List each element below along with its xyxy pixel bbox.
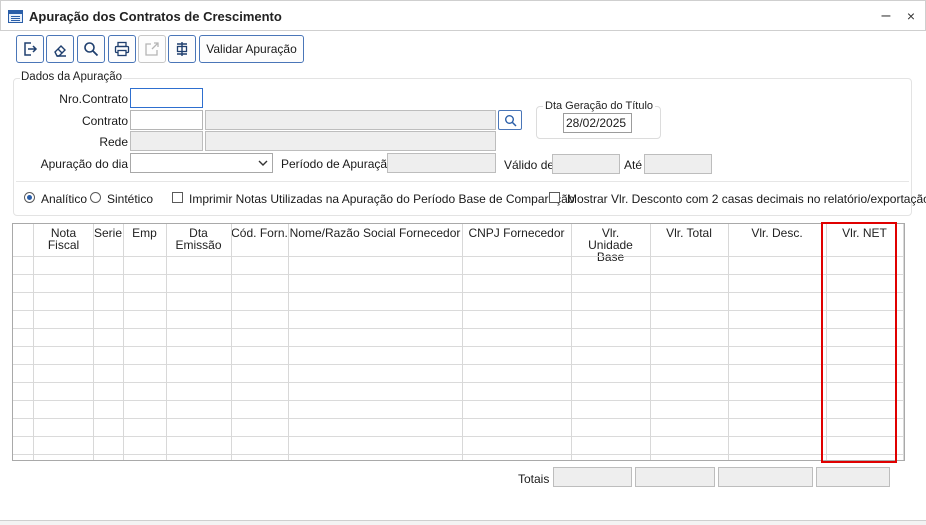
clear-button[interactable] xyxy=(46,35,74,63)
rede-code-field xyxy=(130,131,203,151)
grid-row-separator xyxy=(13,400,904,401)
grid-row-separator xyxy=(13,454,904,455)
col-vlr-unidade-base[interactable]: Vlr. Unidade Base xyxy=(571,224,650,263)
grid-col-divider xyxy=(462,224,463,460)
analitico-label: Analítico xyxy=(41,192,88,206)
grid-col-divider xyxy=(903,224,904,460)
search-button[interactable] xyxy=(77,35,105,63)
chevron-down-icon xyxy=(258,160,268,166)
grid-col-divider xyxy=(93,224,94,460)
grid-header: Nota Fiscal Serie Emp Dta Emissão Cód. F… xyxy=(13,224,904,263)
ate-label: Até xyxy=(624,158,643,172)
grid-col-divider xyxy=(288,224,289,460)
grid-row-separator xyxy=(13,418,904,419)
col-vlr-desc[interactable]: Vlr. Desc. xyxy=(728,224,826,256)
contrato-name-field xyxy=(205,110,496,130)
periodo-apuracao-field xyxy=(387,153,496,173)
sintetico-radio[interactable] xyxy=(90,192,101,203)
grid-col-divider xyxy=(231,224,232,460)
grid-col-divider xyxy=(33,224,34,460)
title-bar: Apuração dos Contratos de Crescimento – … xyxy=(0,0,926,31)
grid-row-separator xyxy=(13,328,904,329)
nro-contrato-field[interactable] xyxy=(130,88,203,108)
rede-label: Rede xyxy=(99,135,128,149)
grid-row-separator xyxy=(13,364,904,365)
col-nota-fiscal[interactable]: Nota Fiscal xyxy=(34,224,93,256)
print-button[interactable] xyxy=(108,35,136,63)
calculator-icon xyxy=(176,42,188,56)
grid-col-divider xyxy=(571,224,572,460)
minimize-button[interactable]: – xyxy=(877,7,895,25)
col-dta-emissao[interactable]: Dta Emissão xyxy=(166,224,231,256)
total-vlr-unidade-base xyxy=(553,467,632,487)
col-serie[interactable]: Serie xyxy=(93,224,123,256)
periodo-apuracao-label: Período de Apuração xyxy=(281,157,394,171)
close-button[interactable]: × xyxy=(902,7,920,25)
search-icon xyxy=(84,42,99,57)
col-vlr-total[interactable]: Vlr. Total xyxy=(650,224,728,256)
totais-label: Totais xyxy=(518,472,550,486)
dta-geracao-field[interactable]: 28/02/2025 xyxy=(563,113,632,133)
total-vlr-desc xyxy=(718,467,813,487)
col-emp[interactable]: Emp xyxy=(123,224,166,256)
grid-row-separator xyxy=(13,436,904,437)
grid-row-separator xyxy=(13,310,904,311)
total-vlr-net xyxy=(816,467,890,487)
apuracao-dia-select[interactable] xyxy=(130,153,273,173)
grid-row-separator xyxy=(13,292,904,293)
apuracao-dia-label: Apuração do dia xyxy=(40,157,128,171)
contrato-code-field[interactable] xyxy=(130,110,203,130)
rede-name-field xyxy=(205,131,496,151)
grid-row-separator xyxy=(13,346,904,347)
exit-button[interactable] xyxy=(16,35,44,63)
window-form-icon xyxy=(8,10,23,23)
grid-col-divider xyxy=(123,224,124,460)
search-icon xyxy=(505,115,517,127)
mostrar-desconto-label: Mostrar Vlr. Desconto com 2 casas decima… xyxy=(567,192,926,206)
dta-geracao-label: Dta Geração do Título xyxy=(543,100,656,112)
export-icon xyxy=(145,42,159,56)
mostrar-desconto-checkbox[interactable] xyxy=(549,192,560,203)
grid-row-separator xyxy=(13,382,904,383)
window-bottom-edge xyxy=(0,520,926,525)
grid-col-divider xyxy=(728,224,729,460)
validate-apuracao-button[interactable]: Validar Apuração xyxy=(199,35,304,63)
total-vlr-total xyxy=(635,467,715,487)
sintetico-label: Sintético xyxy=(107,192,154,206)
col-cnpj-fornecedor[interactable]: CNPJ Fornecedor xyxy=(462,224,571,256)
options-divider xyxy=(16,181,909,182)
group-title: Dados da Apuração xyxy=(20,71,124,83)
grid-row-separator xyxy=(13,256,904,257)
eraser-icon xyxy=(54,45,66,57)
vlr-net-highlight xyxy=(821,222,897,463)
col-cod-forn[interactable]: Cód. Forn. xyxy=(231,224,288,256)
grid-col-divider xyxy=(650,224,651,460)
exit-icon xyxy=(24,42,38,56)
imprimir-notas-label: Imprimir Notas Utilizadas na Apuração do… xyxy=(189,192,575,206)
valido-de-field xyxy=(552,154,620,174)
calculate-button[interactable] xyxy=(168,35,196,63)
ate-field xyxy=(644,154,712,174)
grid-col-divider xyxy=(166,224,167,460)
apuracao-grid[interactable]: Nota Fiscal Serie Emp Dta Emissão Cód. F… xyxy=(12,223,905,461)
export-button[interactable] xyxy=(138,35,166,63)
print-icon xyxy=(114,41,130,57)
imprimir-notas-checkbox[interactable] xyxy=(172,192,183,203)
col-nome-fornecedor[interactable]: Nome/Razão Social Fornecedor xyxy=(288,224,462,256)
analitico-radio[interactable] xyxy=(24,192,35,203)
valido-de-label: Válido de xyxy=(504,158,555,172)
window-title: Apuração dos Contratos de Crescimento xyxy=(29,9,282,24)
nro-contrato-label: Nro.Contrato xyxy=(59,92,128,106)
contrato-search-button[interactable] xyxy=(498,110,522,130)
contrato-label: Contrato xyxy=(81,114,128,128)
grid-body[interactable] xyxy=(13,256,904,460)
grid-row-separator xyxy=(13,274,904,275)
